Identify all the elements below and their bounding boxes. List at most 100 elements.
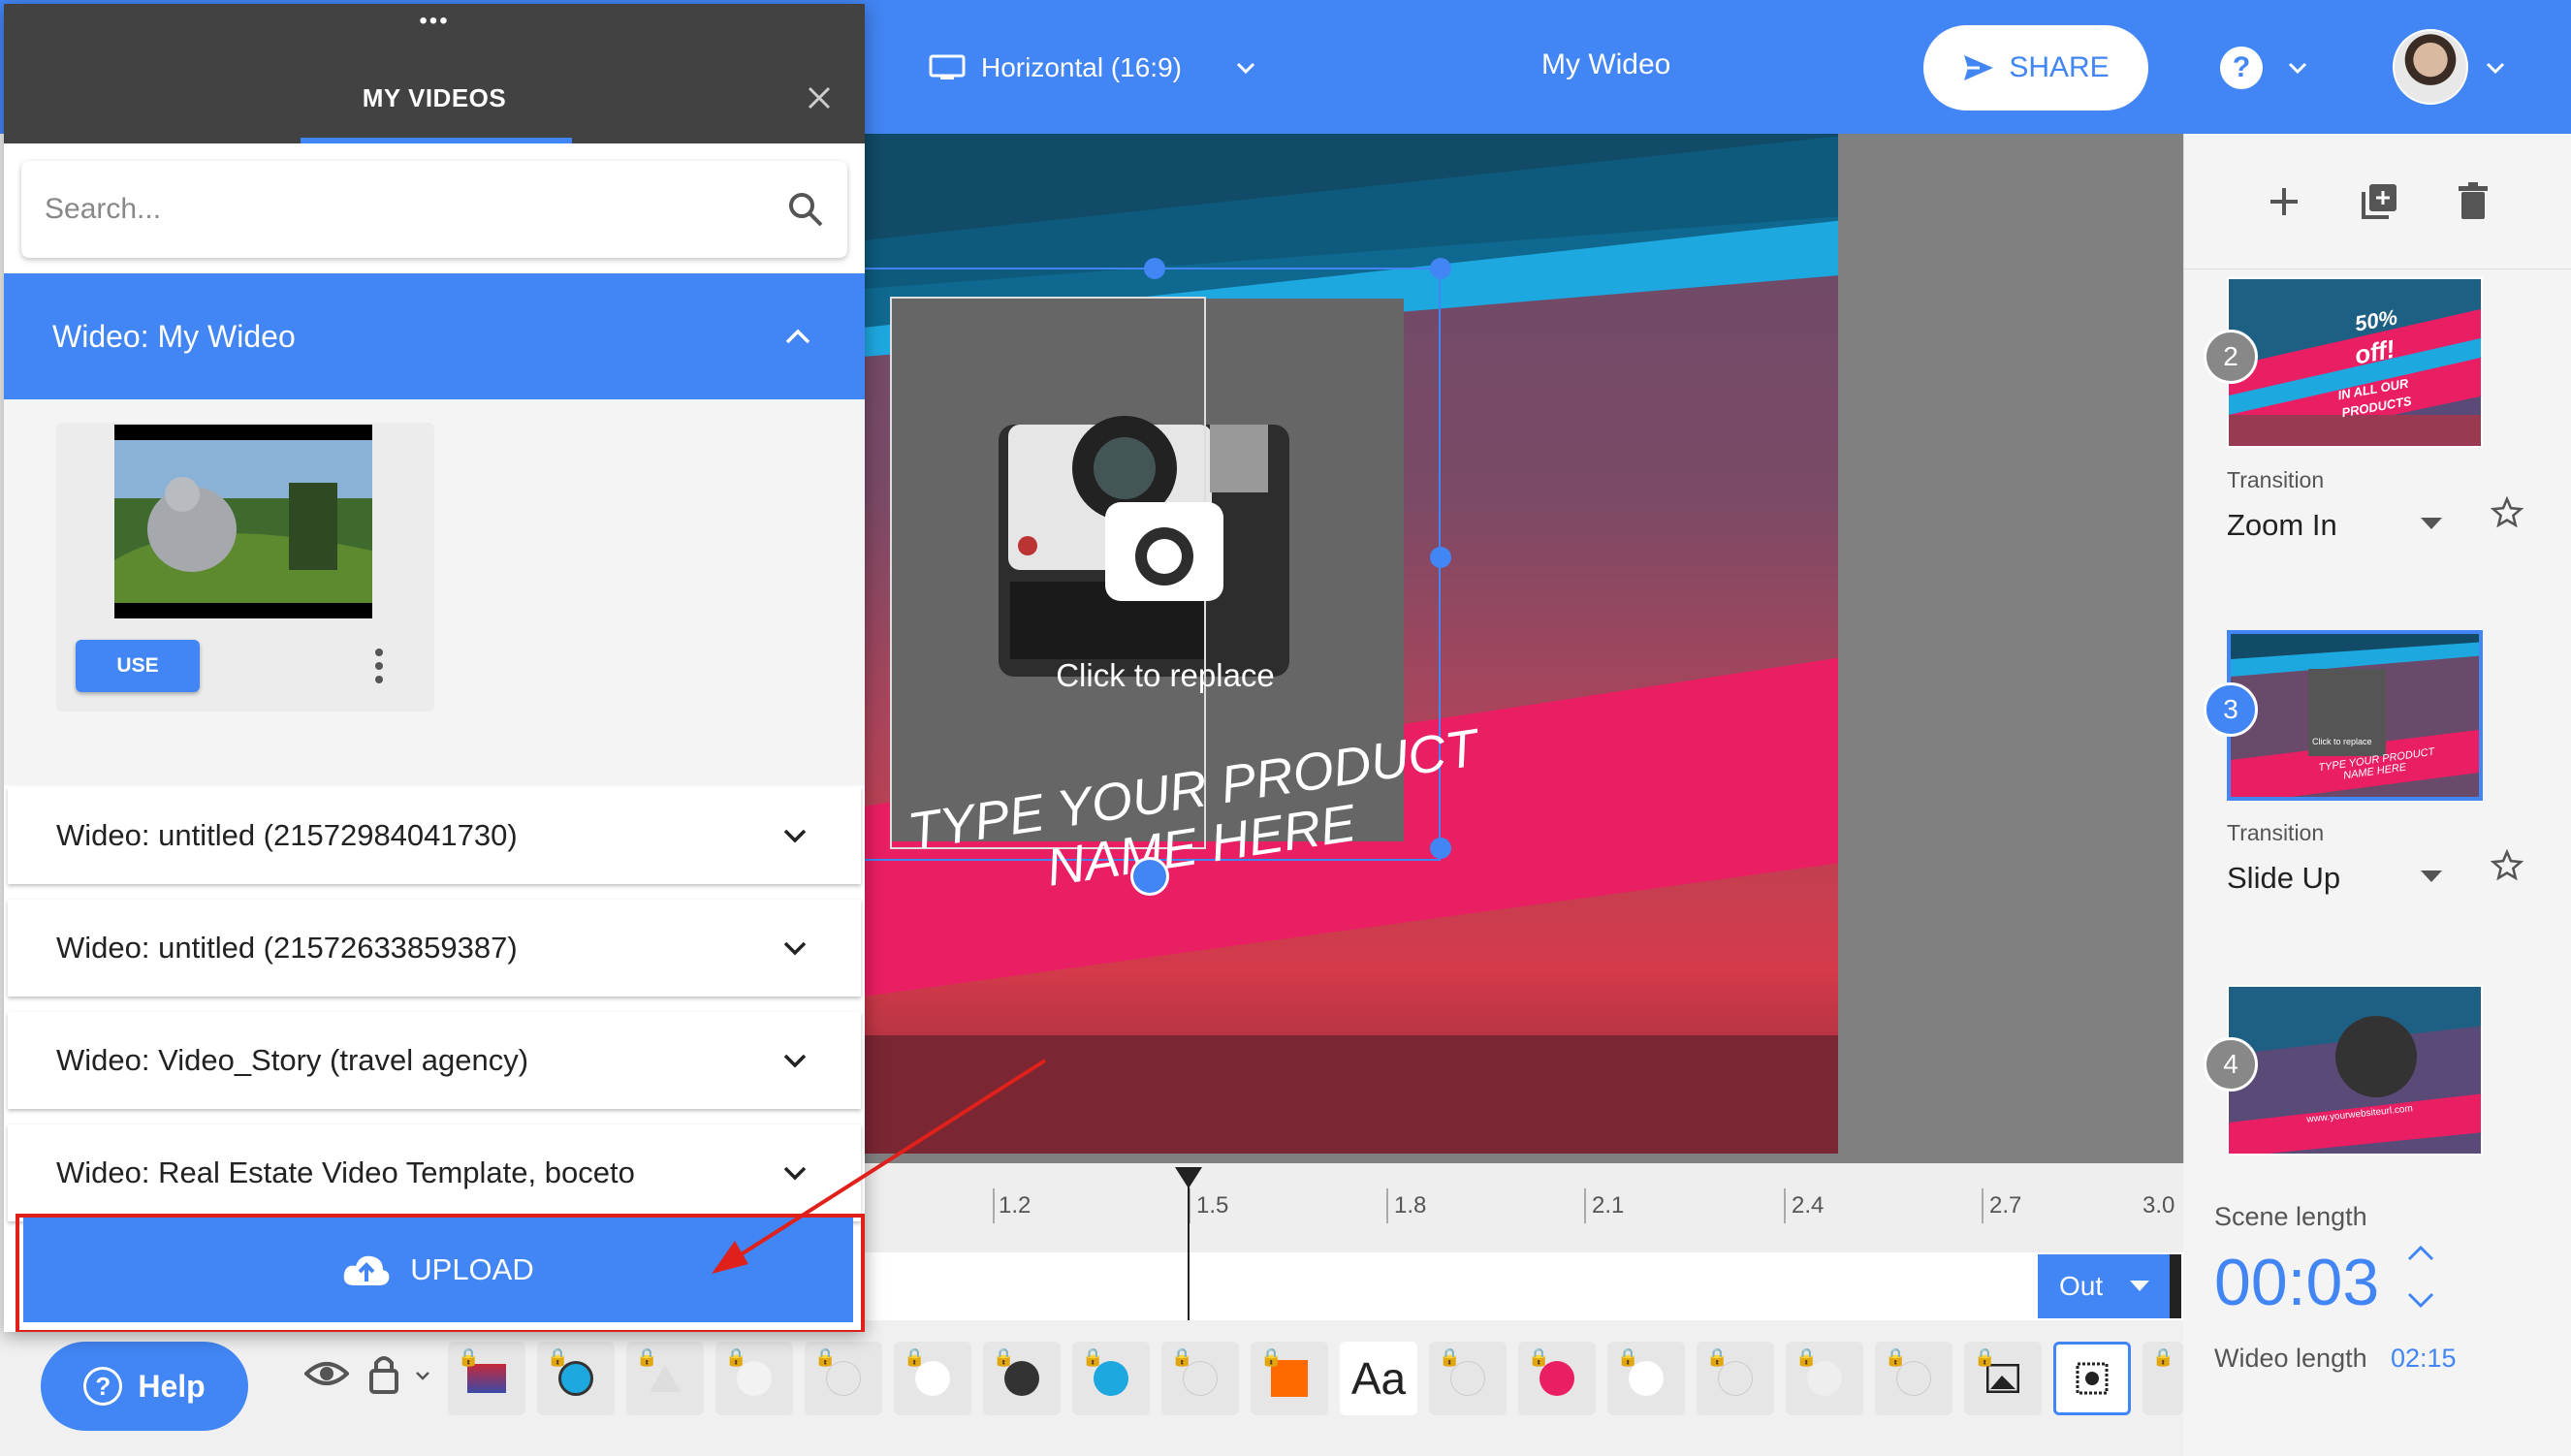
layer-tile[interactable]: 🔒	[805, 1342, 882, 1415]
upload-label: UPLOAD	[410, 1252, 534, 1286]
scene-panel: 50% off! IN ALL OUR PRODUCTS 2 Transitio…	[2183, 134, 2571, 1163]
ruler-label: 1.5	[1196, 1192, 1229, 1219]
group-title: Wideo: Video_Story (travel agency)	[56, 1043, 529, 1077]
ruler-tick	[1982, 1188, 1984, 1223]
layer-tile[interactable]: 🔒	[626, 1342, 704, 1415]
more-vert-icon[interactable]	[374, 648, 384, 684]
help-button[interactable]: ? Help	[41, 1342, 248, 1431]
add-scene-icon[interactable]	[2267, 184, 2301, 219]
layer-tile[interactable]: 🔒	[1072, 1342, 1150, 1415]
use-button[interactable]: USE	[76, 640, 200, 692]
drag-handle-icon[interactable]: •••	[4, 8, 865, 35]
delete-scene-icon[interactable]	[2457, 181, 2490, 221]
resize-handle[interactable]	[1144, 258, 1165, 279]
out-animation-button[interactable]: Out	[2038, 1254, 2170, 1318]
resize-handle[interactable]	[1430, 547, 1451, 568]
search-icon[interactable]	[787, 191, 824, 228]
camera-placeholder-icon	[2076, 1362, 2109, 1395]
group-title: Wideo: untitled (21572633859387)	[56, 931, 518, 965]
project-title[interactable]: My Wideo	[1541, 48, 1670, 81]
out-label: Out	[2059, 1271, 2104, 1301]
lock-icon: 🔒	[1439, 1347, 1461, 1367]
scene-thumbnail-active[interactable]: Click to replace TYPE YOUR PRODUCT NAME …	[2227, 630, 2483, 801]
layer-tile[interactable]: 🔒	[1697, 1342, 1774, 1415]
scene-thumbnail[interactable]: 50% off! IN ALL OUR PRODUCTS	[2227, 277, 2483, 448]
video-thumbnail[interactable]	[114, 425, 372, 618]
chevron-down-icon[interactable]	[415, 1371, 430, 1380]
layer-tile[interactable]: 🔒	[2142, 1342, 2183, 1415]
layer-tile[interactable]: 🔒	[894, 1342, 971, 1415]
chevron-down-icon	[783, 941, 807, 956]
accordion-header-open[interactable]: Wideo: My Wideo	[4, 273, 865, 399]
gradient-shape-icon	[467, 1364, 506, 1393]
dropdown-arrow-icon[interactable]	[2421, 870, 2442, 884]
layer-tile[interactable]: 🔒	[448, 1342, 525, 1415]
star-icon[interactable]	[2491, 849, 2523, 882]
close-icon[interactable]	[807, 85, 832, 111]
layer-tile[interactable]: 🔒	[715, 1342, 793, 1415]
search-input[interactable]: Search...	[21, 161, 847, 258]
scene-length-value[interactable]: 00:03	[2214, 1245, 2379, 1320]
chevron-up-icon[interactable]	[2406, 1245, 2435, 1262]
playhead-line[interactable]	[1188, 1183, 1190, 1328]
group-title: Wideo: untitled (21572984041730)	[56, 818, 518, 852]
layer-tile[interactable]: 🔒	[1607, 1342, 1685, 1415]
layer-tile[interactable]: 🔒	[537, 1342, 615, 1415]
transition-label: Transition	[2227, 467, 2325, 492]
resize-handle[interactable]	[1430, 838, 1451, 859]
image-layer-icon	[1986, 1364, 2019, 1393]
duplicate-scene-icon[interactable]	[2360, 182, 2398, 221]
layer-tile[interactable]: 🔒	[1964, 1342, 2042, 1415]
ruler-label: 3.0	[2142, 1192, 2175, 1219]
scene-thumbnail[interactable]: www.yourwebsiteurl.com	[2227, 985, 2483, 1155]
avatar[interactable]	[2393, 29, 2468, 105]
layer-tile[interactable]: 🔒	[1875, 1342, 1952, 1415]
dropdown-arrow-icon[interactable]	[2421, 518, 2442, 531]
lock-icon[interactable]	[368, 1353, 399, 1394]
element-toolbar: 🔒 🔒 🔒 🔒 🔒 🔒 🔒 🔒 🔒 🔒 Aa 🔒 🔒 🔒 🔒 🔒 🔒 🔒 🔒	[0, 1320, 2183, 1456]
layer-tile[interactable]: 🔒	[1251, 1342, 1328, 1415]
my-videos-header: ••• MY VIDEOS	[4, 4, 865, 143]
help-icon: ?	[83, 1367, 123, 1406]
share-button[interactable]: SHARE	[1923, 25, 2148, 111]
accordion-body: USE	[4, 399, 865, 785]
layer-tile[interactable]: 🔒	[1161, 1342, 1239, 1415]
text-tile-label: Aa	[1350, 1353, 1407, 1404]
thumb-text: Click to replace	[2312, 737, 2372, 746]
layer-tile[interactable]: 🔒	[983, 1342, 1061, 1415]
eye-icon[interactable]	[304, 1359, 349, 1388]
accordion-item[interactable]: Wideo: untitled (21572984041730)	[8, 787, 861, 884]
lock-icon: 🔒	[1617, 1347, 1639, 1367]
selected-layer-tile[interactable]	[2053, 1342, 2131, 1415]
slide-preview[interactable]: Click to replace TYPE YOUR PRODUCT NAME …	[863, 134, 1838, 1154]
layer-tile[interactable]: 🔒	[1786, 1342, 1863, 1415]
lock-icon: 🔒	[1528, 1347, 1550, 1367]
rotate-handle-icon[interactable]	[1130, 857, 1169, 896]
orientation-dropdown[interactable]: Horizontal (16:9)	[929, 47, 1257, 89]
lock-icon: 🔒	[725, 1347, 747, 1367]
timeline-end-marker[interactable]	[2170, 1254, 2181, 1318]
help-menu-icon[interactable]: ?	[2220, 47, 2263, 89]
lock-icon: 🔒	[1795, 1347, 1818, 1367]
chevron-down-icon[interactable]	[2484, 56, 2507, 79]
layer-tile[interactable]: 🔒	[1429, 1342, 1507, 1415]
chevron-down-icon[interactable]	[2286, 56, 2309, 79]
lock-icon: 🔒	[547, 1347, 569, 1367]
text-layer-tile[interactable]: Aa	[1340, 1342, 1417, 1415]
star-icon[interactable]	[2491, 496, 2523, 529]
resize-handle[interactable]	[1430, 258, 1451, 279]
lock-icon: 🔒	[1171, 1347, 1193, 1367]
lock-icon: 🔒	[458, 1347, 480, 1367]
accordion-item[interactable]: Wideo: untitled (21572633859387)	[8, 900, 861, 997]
transition-select[interactable]: Zoom In	[2227, 508, 2337, 543]
canvas-area[interactable]: Click to replace TYPE YOUR PRODUCT NAME …	[863, 134, 2183, 1163]
group-title: Wideo: Real Estate Video Template, bocet…	[56, 1155, 635, 1189]
chevron-down-icon[interactable]	[2406, 1291, 2435, 1309]
wideo-length-value: 02:15	[2391, 1344, 2457, 1373]
my-videos-tab[interactable]: MY VIDEOS	[4, 83, 865, 113]
video-card[interactable]: USE	[56, 423, 434, 712]
transition-select[interactable]: Slide Up	[2227, 861, 2340, 896]
layer-tile[interactable]: 🔒	[1518, 1342, 1596, 1415]
replace-label: Click to replace	[1056, 657, 1275, 693]
camera-icon[interactable]	[1105, 502, 1223, 601]
